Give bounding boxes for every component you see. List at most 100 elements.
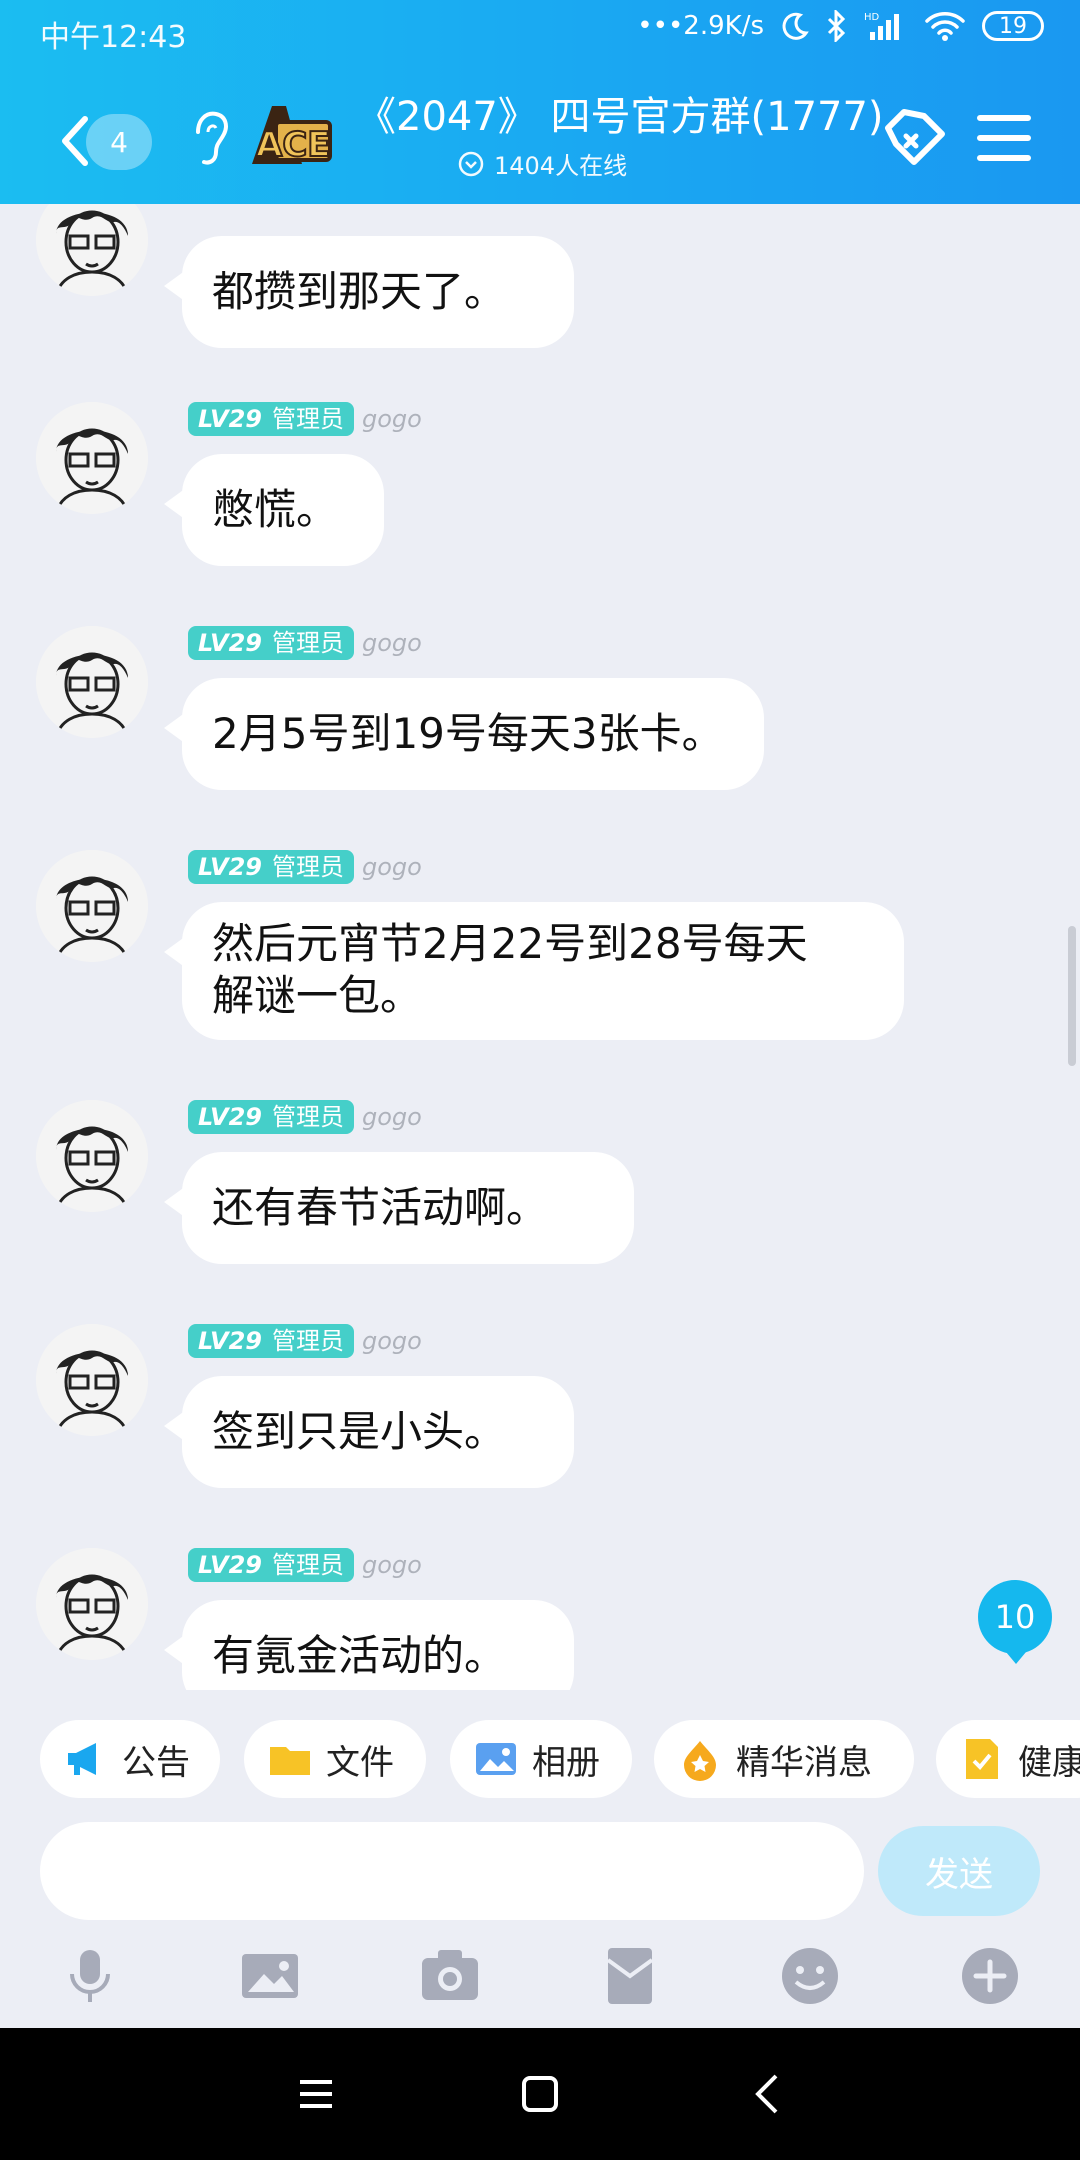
sender-meta: LV29 管理员 gogo [188,850,422,884]
level-badge: LV29 管理员 [188,1100,354,1134]
sender-meta: LV29 管理员 gogo [188,1100,422,1134]
quick-essence-button[interactable]: 精华消息 [654,1720,914,1798]
level-text: LV29 [198,1103,262,1131]
group-avatar-ace-logo[interactable]: ACE [246,94,334,170]
level-text: LV29 [198,405,262,433]
battery-level: 19 [999,13,1027,39]
net-speed: •••2.9K/s [637,11,764,41]
message-bubble[interactable]: 签到只是小头。 [164,1376,574,1488]
status-bar: 中午12:43 •••2.9K/s HD 19 [0,0,1080,64]
unread-badge[interactable]: 4 [86,114,152,170]
avatar-face-icon [36,850,148,962]
tag-icon[interactable] [878,104,948,174]
avatar-face-icon [36,626,148,738]
quick-actions-bar: 公告 文件 相册 精华消息 健康 [0,1720,1080,1800]
menu-icon[interactable] [290,2068,342,2120]
message-list[interactable]: 都攒到那天了。 LV29 管理员 gogo 憋慌。 LV29 管理员 gogo 2月… [0,204,1080,1690]
red-packet-icon[interactable] [598,1944,662,2008]
status-icons: •••2.9K/s HD 19 [637,10,1044,42]
send-button[interactable]: 发送 [878,1826,1040,1916]
microphone-icon[interactable] [58,1944,122,2008]
level-badge: LV29 管理员 [188,850,354,884]
unread-count: 4 [110,125,128,159]
sender-name[interactable]: gogo [362,1551,422,1579]
level-badge: LV29 管理员 [188,1548,354,1582]
message-text: 都攒到那天了。 [212,267,507,316]
message-bubble[interactable]: 2月5号到19号每天3张卡。 [164,678,764,790]
quick-action-label: 精华消息 [736,1742,872,1783]
avatar[interactable] [36,1324,148,1436]
message-input[interactable] [40,1822,864,1920]
menu-icon[interactable] [976,108,1032,168]
message-bubble[interactable]: 还有春节活动啊。 [164,1152,634,1264]
quick-album-button[interactable]: 相册 [450,1720,632,1798]
svg-text:HD: HD [864,12,880,23]
system-navigation-bar [0,2028,1080,2160]
scrollbar[interactable] [1068,926,1076,1066]
chat-header: 中午12:43 •••2.9K/s HD 19 4 ACE 《2047》 四号官… [0,0,1080,204]
level-text: LV29 [198,1551,262,1579]
message-text: 签到只是小头。 [212,1407,507,1456]
home-icon[interactable] [514,2068,566,2120]
chevron-down-circle-icon [458,151,484,176]
level-badge: LV29 管理员 [188,1324,354,1358]
level-text: LV29 [198,1327,262,1355]
emoji-icon[interactable] [778,1944,842,2008]
sender-meta: LV29 管理员 gogo [188,626,422,660]
flame-icon [684,1741,716,1781]
message-bubble[interactable]: 有氪金活动的。 [164,1600,574,1690]
quick-announcement-button[interactable]: 公告 [40,1720,220,1798]
role-text: 管理员 [271,853,344,881]
folder-icon [270,1747,310,1775]
sender-meta: LV29 管理员 gogo [188,402,422,436]
sender-name[interactable]: gogo [362,405,422,433]
message-bubble[interactable]: 然后元宵节2月22号到28号每天 解谜一包。 [164,902,904,1040]
composer: 发送 [0,1822,1080,1922]
quick-health-button[interactable]: 健康 [936,1720,1080,1798]
quick-files-button[interactable]: 文件 [244,1720,426,1798]
avatar[interactable] [36,204,148,296]
sender-name[interactable]: gogo [362,1327,422,1355]
message-bubble[interactable]: 憋慌。 [164,454,384,566]
avatar[interactable] [36,402,148,514]
avatar[interactable] [36,850,148,962]
avatar-face-icon [36,1100,148,1212]
quick-action-label: 健康 [1018,1742,1080,1783]
role-text: 管理员 [271,1551,344,1579]
message-bubble[interactable]: 都攒到那天了。 [164,236,574,348]
avatar-face-icon [36,1548,148,1660]
sender-name[interactable]: gogo [362,1103,422,1131]
image-icon[interactable] [238,1944,302,2008]
wifi-icon [925,12,965,41]
quick-action-label: 文件 [326,1742,394,1783]
online-text: 1404人在线 [494,152,628,180]
sender-meta: LV29 管理员 gogo [188,1548,422,1582]
bluetooth-icon [827,10,846,42]
online-count[interactable]: 1404人在线 [458,146,627,181]
avatar[interactable] [36,626,148,738]
avatar[interactable] [36,1548,148,1660]
level-badge: LV29 管理员 [188,626,354,660]
image-icon [476,1743,516,1775]
message-text: 然后元宵节2月22号到28号每天 解谜一包。 [212,919,808,1020]
avatar[interactable] [36,1100,148,1212]
message-text: 还有春节活动啊。 [212,1183,549,1232]
battery-indicator: 19 [982,11,1044,41]
status-time: 中午12:43 [40,20,187,55]
ear-icon[interactable] [190,108,230,170]
message-text: 憋慌。 [212,485,339,534]
svg-text:ACE: ACE [256,125,331,165]
input-toolbar [0,1940,1080,2030]
role-text: 管理员 [271,405,344,433]
sender-name[interactable]: gogo [362,629,422,657]
role-text: 管理员 [271,1103,344,1131]
camera-icon[interactable] [418,1944,482,2008]
plus-icon[interactable] [958,1944,1022,2008]
new-messages-badge[interactable]: 10 [978,1580,1052,1664]
signal-icon: HD [864,12,899,40]
sender-name[interactable]: gogo [362,853,422,881]
role-text: 管理员 [271,629,344,657]
role-text: 管理员 [271,1327,344,1355]
back-triangle-icon[interactable] [742,2068,794,2120]
group-title[interactable]: 《2047》 四号官方群(1777) [356,86,884,148]
